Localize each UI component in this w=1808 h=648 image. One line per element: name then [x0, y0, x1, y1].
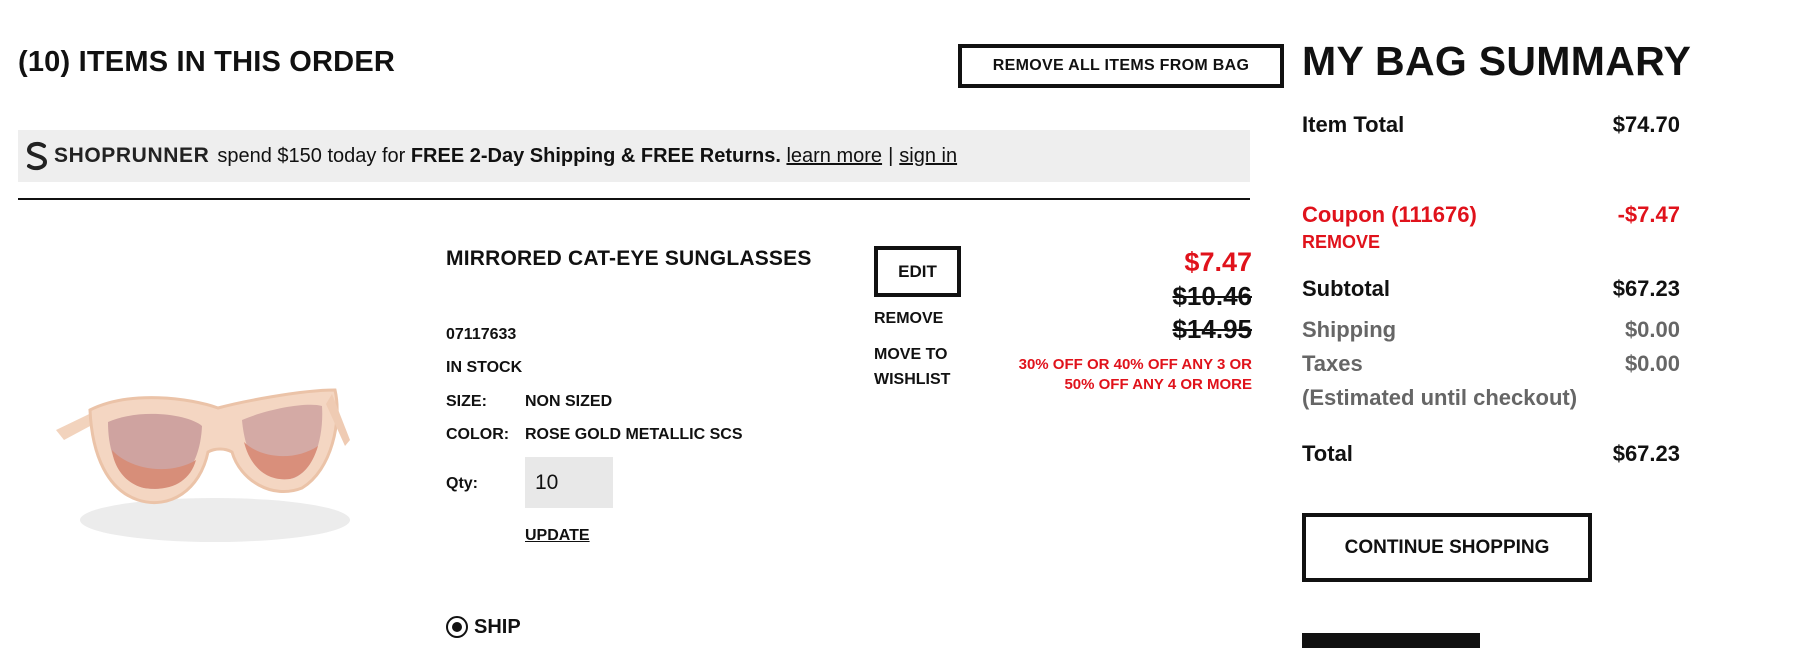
sign-in-link[interactable]: sign in	[899, 145, 957, 168]
promo-message: 30% OFF OR 40% OFF ANY 3 OR 50% OFF ANY …	[1018, 356, 1252, 393]
update-quantity-link[interactable]: UPDATE	[525, 527, 590, 545]
original-price: $10.46	[1172, 281, 1252, 311]
order-heading: (10) ITEMS IN THIS ORDER	[18, 46, 395, 78]
radio-selected-icon	[452, 622, 462, 632]
product-sku: 07117633	[446, 326, 517, 343]
taxes-label: Taxes	[1302, 351, 1363, 376]
quantity-label: Qty:	[446, 475, 478, 492]
remove-item-link[interactable]: REMOVE	[874, 310, 943, 328]
size-value: NON SIZED	[525, 393, 613, 410]
shipping-label: Shipping	[1302, 317, 1397, 342]
coupon-label: Coupon (111676)	[1302, 202, 1477, 227]
shoprunner-pre-text: spend $150 today for	[217, 144, 406, 167]
stock-status: IN STOCK	[446, 359, 523, 376]
subtotal-label: Subtotal	[1302, 276, 1390, 301]
ship-radio[interactable]	[446, 616, 468, 638]
subtotal-value: $67.23	[1612, 276, 1680, 301]
remove-all-items-button[interactable]: REMOVE ALL ITEMS FROM BAG	[958, 44, 1284, 88]
link-separator: |	[888, 144, 894, 167]
item-total-label: Item Total	[1302, 112, 1405, 137]
shipping-value: $0.00	[1624, 317, 1680, 342]
remove-coupon-link[interactable]: REMOVE	[1302, 232, 1380, 253]
edit-item-button[interactable]: EDIT	[874, 246, 961, 297]
section-divider	[18, 198, 1250, 200]
ship-option-label[interactable]: SHIP	[474, 616, 521, 639]
shoprunner-s-icon	[26, 141, 48, 171]
shoprunner-banner: SHOPRUNNER spend $150 today for FREE 2-D…	[18, 130, 1250, 182]
color-label: COLOR:	[446, 426, 510, 443]
taxes-value: $0.00	[1624, 351, 1680, 376]
summary-title: MY BAG SUMMARY	[1302, 38, 1692, 84]
product-name[interactable]: MIRRORED CAT-EYE SUNGLASSES	[446, 247, 812, 271]
shoprunner-offer-text: FREE 2-Day Shipping & FREE Returns.	[410, 144, 781, 167]
list-price: $14.95	[1172, 314, 1252, 344]
shoprunner-logo: SHOPRUNNER	[24, 141, 209, 171]
color-value: ROSE GOLD METALLIC SCS	[525, 426, 743, 443]
continue-shopping-button[interactable]: CONTINUE SHOPPING	[1302, 513, 1592, 582]
product-image-sunglasses[interactable]	[50, 360, 370, 560]
item-total-value: $74.70	[1612, 112, 1680, 137]
sale-price: $7.47	[1184, 247, 1252, 277]
move-to-wishlist-link[interactable]: MOVE TO WISHLIST	[874, 342, 974, 392]
total-value: $67.23	[1612, 441, 1680, 466]
shoprunner-logo-text: SHOPRUNNER	[54, 144, 210, 167]
coupon-value: -$7.47	[1617, 202, 1680, 227]
size-label: SIZE:	[446, 393, 487, 410]
quantity-input[interactable]	[525, 457, 613, 508]
total-label: Total	[1302, 441, 1353, 466]
checkout-button[interactable]	[1302, 633, 1480, 648]
estimated-note: (Estimated until checkout)	[1302, 385, 1578, 410]
learn-more-link[interactable]: learn more	[786, 145, 882, 168]
